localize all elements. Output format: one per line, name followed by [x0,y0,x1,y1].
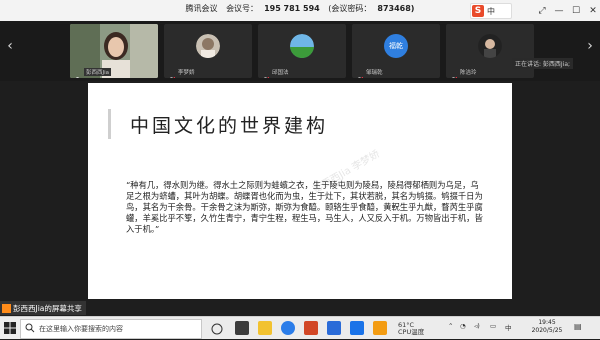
cpu-temp[interactable]: 61°C CPU温度 [398,322,424,336]
participant-name: 彭西西Jia [84,68,112,76]
minimize-icon[interactable]: — [552,4,566,18]
meeting-id: 195 781 594 [264,4,320,13]
taskbar: 在这里输入你要搜索的内容 61°C CPU温度 ⌃ ◔ ◃) ▭ 中 19:45… [0,316,600,339]
presentation-slide: 中国文化的世界建构 彭西西Jia 李梦娇 “种有几，得水则为继。得水土之际则为蛙… [88,83,512,299]
close-icon[interactable]: ✕ [586,4,600,18]
screen-share-indicator[interactable]: 彭西西Jia的屏幕共享 [0,301,86,315]
mic-icon [74,69,81,78]
participant-name: 陈洁玲 [460,70,477,76]
password: 873468) [377,4,415,13]
participant-name: 李梦娇 [178,70,195,76]
time: 19:45 [538,319,556,326]
share-label: 彭西西Jia的屏幕共享 [13,303,82,313]
fullscreen-icon[interactable]: ⤢ [535,4,549,18]
avatar: 福乾 [384,34,408,58]
strip-next-icon[interactable]: › [582,35,598,57]
windows-start-icon[interactable] [3,321,17,335]
slide-title: 中国文化的世界建构 [130,115,329,137]
browser-icon[interactable] [281,321,295,335]
participant-name: 邹瑞乾 [366,70,383,76]
meeting-id-label: 会议号： [226,4,259,13]
share-icon [2,303,11,313]
participant-name: 邱国法 [272,70,289,76]
volume-icon[interactable]: ◃) [474,322,480,330]
maximize-icon[interactable]: ☐ [569,4,583,18]
title-bar: 腾讯会议 会议号： 195 781 594 (会议密码： 873468) S 中 ⤢… [0,0,600,21]
taskbar-search[interactable]: 在这里输入你要搜索的内容 [20,319,202,339]
notification-icon[interactable]: ▤ [574,322,582,331]
date: 2020/5/25 [531,327,563,334]
mic-muted-icon [356,69,364,78]
ime-mode: 中 [487,6,495,16]
video-tile-4[interactable]: 陈洁玲 [446,24,534,78]
video-tile-presenter[interactable]: 彭西西Jia [70,24,158,78]
app-icon-3[interactable] [373,321,387,335]
mic-muted-icon [168,69,176,78]
app-name: 腾讯会议 [185,4,218,13]
clock[interactable]: 19:45 2020/5/25 [527,319,567,335]
shared-screen: 中国文化的世界建构 彭西西Jia 李梦娇 “种有几，得水则为继。得水土之际则为蛙… [0,81,600,305]
search-icon [25,323,35,333]
mic-muted-icon [450,69,458,78]
mic-muted-icon [262,69,270,78]
video-tile-1[interactable]: 李梦娇 [164,24,252,78]
password-label: (会议密码： [328,4,372,13]
app-icon-1[interactable] [235,321,249,335]
video-strip: ‹ 彭西西Jia 李梦娇 邱国法 福乾 邹瑞乾 陈洁玲 › [0,21,600,81]
search-placeholder: 在这里输入你要搜索的内容 [39,325,123,333]
avatar [196,34,220,58]
tray-up-icon[interactable]: ⌃ [448,322,453,330]
app-icon-2[interactable] [327,321,341,335]
task-view-icon[interactable] [210,321,224,335]
title-accent [108,109,111,139]
battery-icon[interactable]: ▭ [490,322,496,330]
video-tile-2[interactable]: 邱国法 [258,24,346,78]
avatar [290,34,314,58]
file-explorer-icon[interactable] [258,321,272,335]
sogou-icon: S [472,5,484,17]
network-icon[interactable]: ◔ [460,322,466,330]
ime-toolbar[interactable]: S 中 [470,3,512,19]
cpu-temp-label: CPU温度 [398,328,425,336]
video-tile-3[interactable]: 福乾 邹瑞乾 [352,24,440,78]
avatar [478,34,502,58]
powerpoint-icon[interactable] [304,321,318,335]
tencent-meeting-icon[interactable] [350,321,364,335]
strip-prev-icon[interactable]: ‹ [2,35,18,57]
slide-body: “种有几，得水则为继。得水土之际则为蛙蠙之衣，生于陵屯则为陵舄，陵舄得郁栖则为乌… [126,180,483,234]
speaker-indicator: 正在讲话: 彭西西Jia; [512,58,574,69]
ime-indicator[interactable]: 中 [505,322,512,332]
